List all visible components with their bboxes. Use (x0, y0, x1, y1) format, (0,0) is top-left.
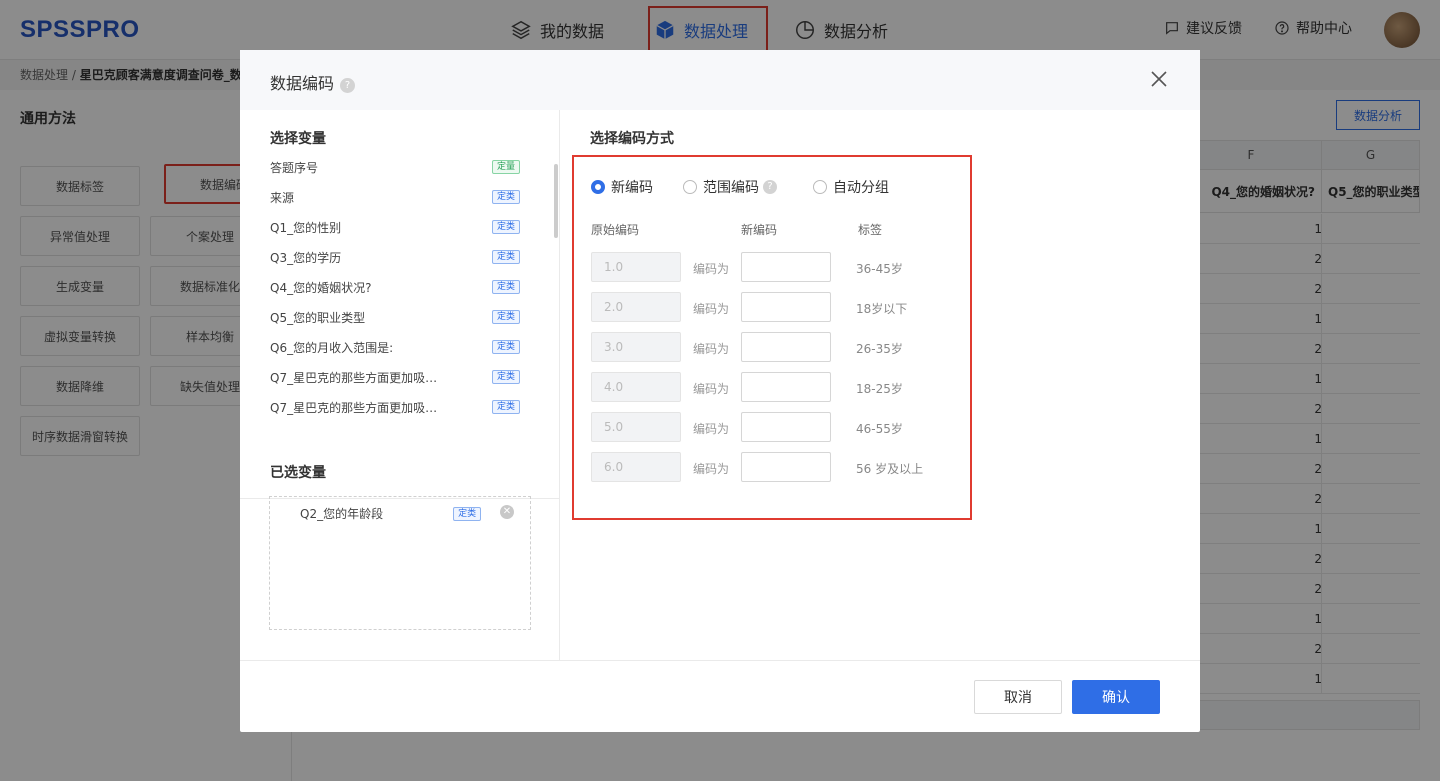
range-help-icon[interactable]: ? (763, 180, 777, 194)
encode-as-text: 编码为 (693, 302, 730, 316)
header-label: 标签 (858, 223, 883, 237)
dialog-title-text: 数据编码 (270, 74, 335, 93)
variable-type-tag: 定类 (491, 280, 520, 294)
label-text: 18岁以下 (856, 302, 908, 316)
radio-auto-group[interactable]: 自动分组 (813, 177, 889, 197)
variable-type-tag: 定类 (491, 400, 520, 414)
variable-type-tag: 定类 (491, 190, 520, 204)
variable-list-item[interactable]: Q3_您的学历 定类 (270, 242, 520, 272)
encode-as-text: 编码为 (693, 422, 730, 436)
variable-type-tag: 定量 (491, 160, 520, 174)
remove-icon[interactable]: ✕ (500, 505, 514, 519)
variable-name: Q5_您的职业类型 (270, 310, 366, 325)
label-text: 56 岁及以上 (856, 462, 924, 476)
label-text: 18-25岁 (856, 382, 903, 396)
radio-new-encoding-label: 新编码 (611, 180, 653, 196)
label-text: 26-35岁 (856, 342, 903, 356)
variable-name: Q7_星巴克的那些方面更加吸… (270, 370, 438, 385)
encode-as-text: 编码为 (693, 462, 730, 476)
radio-range-encoding[interactable]: 范围编码 ? (683, 177, 777, 197)
select-variables-title: 选择变量 (270, 131, 326, 147)
new-code-input[interactable] (741, 412, 831, 442)
encode-as-text: 编码为 (693, 342, 730, 356)
dialog-title: 数据编码? (270, 70, 356, 94)
variable-name: Q3_您的学历 (270, 250, 342, 265)
variable-name: 来源 (270, 190, 295, 205)
encoding-row: 1.0 编码为 36-45岁 (591, 252, 961, 282)
encoding-row: 3.0 编码为 26-35岁 (591, 332, 961, 362)
original-code-field: 5.0 (591, 412, 681, 442)
variable-type-tag: 定类 (491, 220, 520, 234)
encoding-row: 6.0 编码为 56 岁及以上 (591, 452, 961, 482)
variable-list-item[interactable]: Q7_星巴克的那些方面更加吸… 定类 (270, 392, 520, 422)
variable-type-tag: 定类 (491, 310, 520, 324)
original-code-field: 2.0 (591, 292, 681, 322)
new-code-input[interactable] (741, 252, 831, 282)
radio-range-encoding-label: 范围编码 (703, 180, 759, 196)
close-icon[interactable] (1148, 68, 1170, 90)
original-code-field: 1.0 (591, 252, 681, 282)
original-code-field: 3.0 (591, 332, 681, 362)
dialog-header: 数据编码? (240, 50, 1200, 110)
original-code-field: 4.0 (591, 372, 681, 402)
variable-name: Q4_您的婚姻状况? (270, 280, 372, 295)
variable-type-tag: 定类 (491, 370, 520, 384)
cancel-button[interactable]: 取消 (974, 680, 1062, 714)
variable-name: Q1_您的性别 (270, 220, 342, 235)
header-original-code: 原始编码 (591, 223, 640, 237)
variable-list-item[interactable]: Q4_您的婚姻状况? 定类 (270, 272, 520, 302)
data-encoding-dialog: 数据编码? 选择变量 答题序号 定量 来源 定类 Q1_您的性别 定类 Q3_您的学历 定类 Q… (240, 50, 1200, 732)
selected-variable-name: Q2_您的年龄段 (300, 507, 384, 521)
variable-list-scrollbar[interactable] (554, 164, 558, 238)
variable-type-tag: 定类 (491, 250, 520, 264)
variable-name: Q7_星巴克的那些方面更加吸… (270, 400, 438, 415)
header-new-code: 新编码 (741, 223, 778, 237)
new-code-input[interactable] (741, 332, 831, 362)
variable-list-item[interactable]: 来源 定类 (270, 182, 520, 212)
radio-unchecked-icon (683, 180, 697, 194)
encoding-settings-box: 新编码 范围编码 ? 自动分组 原始编码 新编码 标签 1.0 编码为 36-45岁… (572, 155, 972, 520)
variable-name: 答题序号 (270, 160, 319, 175)
new-code-input[interactable] (741, 292, 831, 322)
label-text: 46-55岁 (856, 422, 903, 436)
new-code-input[interactable] (741, 372, 831, 402)
encode-as-text: 编码为 (693, 262, 730, 276)
help-icon[interactable]: ? (340, 78, 356, 93)
selected-variables-title: 已选变量 (270, 465, 326, 481)
variable-list-item[interactable]: Q1_您的性别 定类 (270, 212, 520, 242)
encoding-method-title: 选择编码方式 (590, 131, 674, 147)
new-code-input[interactable] (741, 452, 831, 482)
radio-auto-group-label: 自动分组 (833, 180, 889, 196)
variable-list-item[interactable]: Q6_您的月收入范围是: 定类 (270, 332, 520, 362)
variable-list-item[interactable]: 答题序号 定量 (270, 152, 520, 182)
radio-new-encoding[interactable]: 新编码 (591, 177, 653, 197)
variable-type-tag: 定类 (491, 340, 520, 354)
variable-list-item[interactable]: Q7_星巴克的那些方面更加吸… 定类 (270, 362, 520, 392)
encoding-row: 2.0 编码为 18岁以下 (591, 292, 961, 322)
encode-as-text: 编码为 (693, 382, 730, 396)
label-text: 36-45岁 (856, 262, 903, 276)
encoding-row: 4.0 编码为 18-25岁 (591, 372, 961, 402)
radio-unchecked-icon (813, 180, 827, 194)
variable-list-item[interactable]: Q5_您的职业类型 定类 (270, 302, 520, 332)
selected-variables-box[interactable]: Q2_您的年龄段 定类 ✕ (269, 496, 531, 630)
radio-checked-icon (591, 180, 605, 194)
selected-variable[interactable]: Q2_您的年龄段 定类 ✕ (300, 505, 520, 522)
encoding-panel: 选择编码方式 新编码 范围编码 ? 自动分组 原始编码 新编码 标签 1.0 编码… (560, 110, 1200, 660)
dialog-footer: 取消 确认 (240, 660, 1200, 732)
variable-name: Q6_您的月收入范围是: (270, 340, 394, 355)
encoding-row: 5.0 编码为 46-55岁 (591, 412, 961, 442)
selected-variable-tag: 定类 (453, 506, 482, 521)
confirm-button[interactable]: 确认 (1072, 680, 1160, 714)
original-code-field: 6.0 (591, 452, 681, 482)
